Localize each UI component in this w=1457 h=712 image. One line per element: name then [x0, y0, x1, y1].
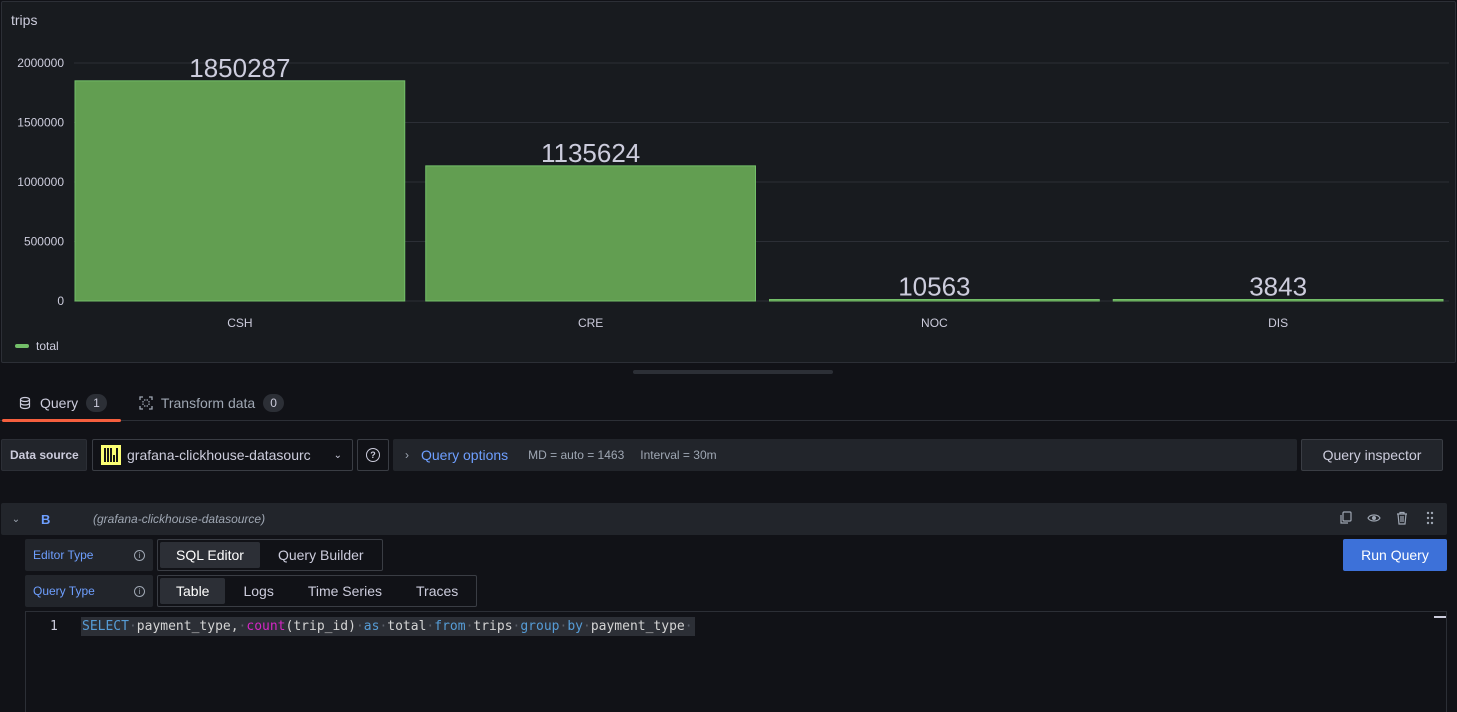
legend-label[interactable]: total [36, 339, 59, 353]
eye-icon[interactable] [1367, 511, 1381, 525]
editor-type-builder[interactable]: Query Builder [262, 542, 380, 568]
query-type-timeseries[interactable]: Time Series [292, 578, 398, 604]
query-ref-id[interactable]: B [41, 512, 93, 527]
question-circle-icon: ? [366, 448, 380, 462]
x-tick-label: CSH [227, 316, 252, 330]
chevron-down-icon: ⌄ [333, 449, 342, 461]
datasource-selected: grafana-clickhouse-datasourc [127, 447, 311, 463]
tab-transform-count: 0 [263, 393, 284, 412]
datasource-picker[interactable]: grafana-clickhouse-datasourc ⌄ [92, 439, 353, 471]
info-icon[interactable]: i [134, 585, 145, 597]
query-type-table[interactable]: Table [160, 578, 226, 604]
query-options-interval: Interval = 30m [640, 448, 717, 462]
y-tick-label: 0 [57, 294, 64, 308]
drag-handle-icon[interactable] [1423, 511, 1437, 525]
bar [425, 165, 756, 302]
line-number: 1 [50, 619, 58, 634]
sql-code-line[interactable]: SELECT·payment_type,·count(trip_id)·as·t… [81, 617, 695, 636]
clickhouse-logo-icon [101, 445, 121, 465]
legend[interactable]: total [15, 339, 59, 353]
query-type-logs[interactable]: Logs [227, 578, 289, 604]
x-tick-label: NOC [921, 316, 948, 330]
info-icon[interactable]: i [134, 549, 145, 561]
query-inspector-button[interactable]: Query inspector [1301, 439, 1443, 471]
query-type-label: Query Type i [25, 575, 153, 607]
query-type-radio: Table Logs Time Series Traces [157, 575, 478, 607]
bar-value-label: 10563 [898, 272, 970, 302]
y-tick-label: 500000 [24, 235, 64, 249]
editor-type-label-text: Editor Type [33, 548, 94, 562]
duplicate-icon[interactable] [1339, 511, 1353, 525]
tab-transform-label: Transform data [160, 394, 256, 411]
editor-type-label: Editor Type i [25, 539, 153, 571]
bar-value-label: 1135624 [541, 138, 640, 168]
query-options-toggle[interactable]: › Query options MD = auto = 1463 Interva… [393, 439, 1297, 471]
datasource-label: Data source [1, 439, 87, 471]
bar-value-label: 1850287 [189, 53, 290, 83]
bar-value-label: 3843 [1249, 272, 1307, 302]
datasource-help-button[interactable]: ? [357, 439, 389, 471]
run-query-button[interactable]: Run Query [1343, 539, 1447, 571]
editor-type-radio: SQL Editor Query Builder [157, 539, 383, 571]
query-type-label-text: Query Type [33, 584, 95, 598]
tab-query-label: Query [40, 394, 79, 411]
query-options-md: MD = auto = 1463 [528, 448, 625, 462]
query-row-header[interactable]: ⌄ B (grafana-clickhouse-datasource) [1, 503, 1447, 535]
editor-type-sql[interactable]: SQL Editor [160, 542, 260, 568]
legend-swatch [15, 344, 29, 348]
editor-tabs: Query 1 Transform data 0 [0, 384, 1457, 422]
sql-editor[interactable]: 1 SELECT·payment_type,·count(trip_id)·as… [25, 611, 1447, 712]
query-datasource-name: (grafana-clickhouse-datasource) [93, 512, 266, 526]
query-options-title: Query options [421, 447, 509, 463]
x-tick-label: CRE [578, 316, 603, 330]
query-type-traces[interactable]: Traces [400, 578, 474, 604]
chevron-right-icon: › [405, 448, 409, 462]
bar-chart: 0 500000 1000000 1500000 2000000 1850287 CSH 11… [17, 53, 1449, 330]
editor-scroll-indicator [1434, 616, 1446, 618]
transform-icon [139, 395, 153, 410]
tab-query-count: 1 [86, 393, 107, 412]
chart-panel: trips 0 500000 1000000 1500000 2000000 185028… [1, 1, 1456, 363]
collapse-chevron-icon[interactable]: ⌄ [1, 514, 31, 525]
bar [74, 80, 406, 302]
datasource-row: Data source grafana-clickhouse-datasourc… [0, 438, 1457, 472]
y-tick-label: 1500000 [17, 116, 64, 130]
tab-query[interactable]: Query 1 [0, 384, 121, 422]
x-tick-label: DIS [1268, 316, 1288, 330]
y-tick-label: 2000000 [17, 56, 64, 70]
trash-icon[interactable] [1395, 511, 1409, 525]
query-row-actions [1339, 511, 1437, 525]
panel-resize-handle[interactable] [633, 370, 833, 374]
y-tick-label: 1000000 [17, 175, 64, 189]
database-icon [19, 396, 31, 409]
tab-transform[interactable]: Transform data 0 [121, 384, 298, 421]
